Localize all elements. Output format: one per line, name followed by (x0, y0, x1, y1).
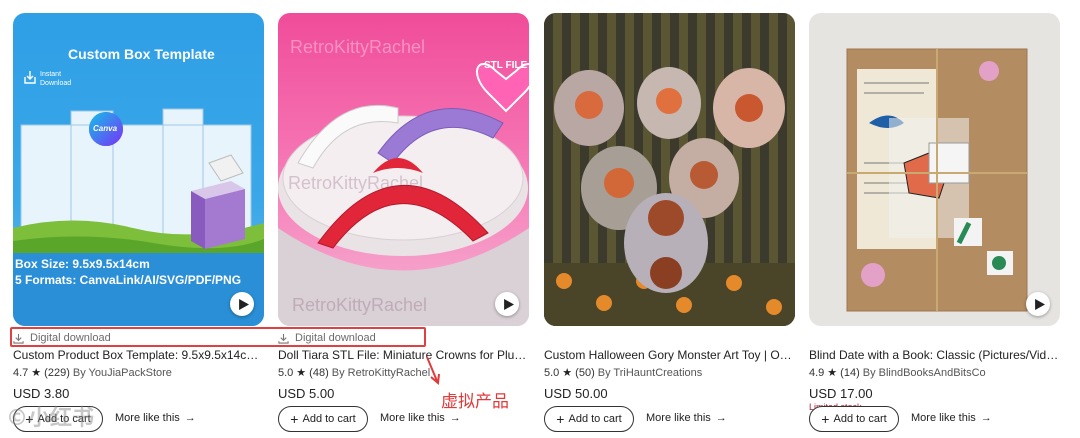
plus-icon: + (821, 411, 830, 427)
arrow-right-icon: → (184, 412, 196, 424)
add-to-cart-button[interactable]: + Add to cart (544, 406, 634, 432)
shop-name[interactable]: By YouJiaPackStore (73, 367, 172, 379)
product-title[interactable]: Custom Halloween Gory Monster Art Toy | … (544, 348, 795, 362)
product-rating: 5.0 ★ (48) By RetroKittyRachel (278, 366, 430, 380)
more-like-this-link[interactable]: More like this → (115, 412, 196, 424)
star-icon: ★ (562, 367, 573, 379)
review-count: (50) (575, 366, 595, 379)
arrow-right-icon: → (980, 412, 992, 424)
plus-icon: + (290, 411, 299, 427)
play-icon (238, 298, 249, 310)
star-icon: ★ (296, 367, 307, 379)
review-count: (229) (44, 366, 70, 379)
star-icon: ★ (827, 367, 838, 379)
rating-value: 5.0 (278, 366, 294, 379)
more-like-this-link[interactable]: More like this → (380, 412, 461, 424)
product-image[interactable]: Custom Box Template Instant Download Can… (13, 13, 264, 326)
product-rating: 4.7 ★ (229) By YouJiaPackStore (13, 366, 172, 380)
digital-download-highlight (10, 327, 426, 347)
play-icon (503, 298, 514, 310)
more-like-this-label: More like this (646, 412, 711, 424)
more-like-this-label: More like this (911, 412, 976, 424)
product-price: USD 3.80 (13, 386, 70, 401)
watermark-text: RetroKittyRachel (288, 173, 424, 193)
product-image[interactable] (544, 13, 795, 326)
play-video-button[interactable] (1026, 292, 1050, 316)
review-count: (48) (309, 366, 329, 379)
watermark-text: RetroKittyRachel (290, 37, 426, 57)
img-formats-text: 5 Formats: CanvaLink/AI/SVG/PDF/PNG (15, 273, 242, 287)
shop-name[interactable]: By TriHauntCreations (598, 367, 703, 379)
add-to-cart-label: Add to cart (833, 413, 887, 425)
annotation-arrow-icon (426, 356, 440, 385)
watermark-text: RetroKittyRachel (292, 295, 428, 315)
product-rating: 4.9 ★ (14) By BlindBooksAndBitsCo (809, 366, 986, 380)
play-icon (1034, 298, 1045, 310)
product-card[interactable]: Blind Date with a Book: Classic (Picture… (809, 13, 1060, 432)
product-title[interactable]: Doll Tiara STL File: Miniature Crowns fo… (278, 348, 529, 362)
add-to-cart-button[interactable]: + Add to cart (278, 406, 368, 432)
more-like-this-link[interactable]: More like this → (911, 412, 992, 424)
add-to-cart-label: Add to cart (302, 413, 356, 425)
add-to-cart-button[interactable]: + Add to cart (809, 406, 899, 432)
monster-toys-photo (544, 13, 795, 326)
shop-name[interactable]: By BlindBooksAndBitsCo (863, 367, 986, 379)
arrow-right-icon: → (449, 412, 461, 424)
more-like-this-link[interactable]: More like this → (646, 412, 727, 424)
shop-name[interactable]: By RetroKittyRachel (332, 367, 430, 379)
rating-value: 4.7 (13, 366, 29, 379)
watermark: ©小红书 (6, 406, 95, 431)
img-canva-text: Canva (93, 124, 118, 133)
star-icon: ★ (31, 367, 42, 379)
product-price: USD 50.00 (544, 386, 608, 401)
annotation-label: 虚拟产品 (441, 392, 509, 412)
blind-date-book-photo (846, 48, 1028, 312)
add-to-cart-label: Add to cart (568, 413, 622, 425)
product-image[interactable]: RetroKittyRachel RetroKittyRachel RetroK… (278, 13, 529, 326)
more-like-this-label: More like this (380, 412, 445, 424)
product-card[interactable]: Custom Halloween Gory Monster Art Toy | … (544, 13, 795, 432)
product-rating: 5.0 ★ (50) By TriHauntCreations (544, 366, 703, 380)
product-card[interactable]: RetroKittyRachel RetroKittyRachel RetroK… (278, 13, 529, 432)
product-image[interactable] (809, 13, 1060, 326)
play-video-button[interactable] (230, 292, 254, 316)
product-title[interactable]: Blind Date with a Book: Classic (Picture… (809, 348, 1060, 362)
img-size-text: Box Size: 9.5x9.5x14cm (15, 257, 150, 271)
arrow-right-icon: → (715, 412, 727, 424)
stl-file-text: STL FILE (484, 60, 528, 71)
play-video-button[interactable] (495, 292, 519, 316)
product-price: USD 17.00 (809, 386, 873, 401)
review-count: (14) (840, 366, 860, 379)
rating-value: 5.0 (544, 366, 560, 379)
product-card[interactable]: Custom Box Template Instant Download Can… (13, 13, 264, 432)
product-title[interactable]: Custom Product Box Template: 9.5x9.5x14c… (13, 348, 264, 362)
more-like-this-label: More like this (115, 412, 180, 424)
plus-icon: + (556, 411, 565, 427)
rating-value: 4.9 (809, 366, 825, 379)
img-header-text: Custom Box Template (68, 46, 215, 62)
product-price: USD 5.00 (278, 386, 335, 401)
img-instant-text: Instant Download (40, 71, 72, 87)
